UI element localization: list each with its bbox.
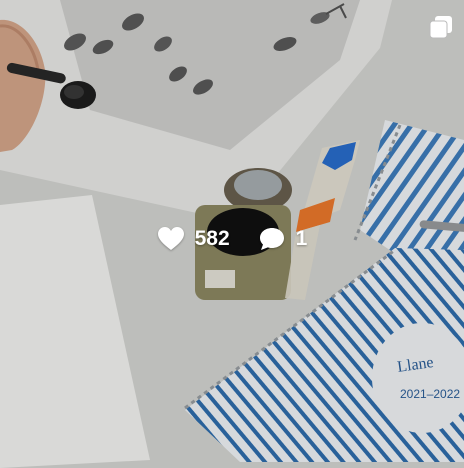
multiple-images-icon xyxy=(429,16,452,39)
comments-stat[interactable]: 1 xyxy=(258,226,308,252)
post-stats: 582 1 xyxy=(0,222,464,256)
likes-stat[interactable]: 582 xyxy=(157,226,230,252)
comments-count: 1 xyxy=(295,227,308,250)
comment-bubble-icon xyxy=(259,228,284,250)
likes-count: 582 xyxy=(194,227,230,250)
instagram-post-tile[interactable]: Llane 2021–2022 582 1 xyxy=(0,0,464,468)
heart-icon xyxy=(157,227,184,250)
